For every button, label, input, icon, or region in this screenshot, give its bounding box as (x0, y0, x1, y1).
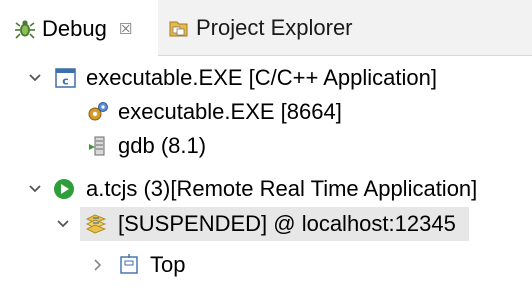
launch-green-icon (52, 177, 76, 201)
tree-item-label: [SUSPENDED] @ localhost:12345 (118, 211, 456, 236)
chevron-down-icon[interactable] (54, 215, 72, 233)
tree-item-stack-frame[interactable]: Top (0, 248, 532, 282)
chevron-right-icon[interactable] (89, 256, 107, 274)
process-gears-icon (86, 100, 110, 124)
tree-item-label: Top (150, 252, 186, 277)
chevron-down-icon[interactable] (26, 180, 44, 198)
tree-item-remote-launch[interactable]: a.tcjs (3)[Remote Real Time Application] (0, 172, 532, 206)
tab-project-explorer-label: Project Explorer (196, 15, 353, 40)
stack-frame-icon (118, 253, 142, 277)
tree-item-label: gdb (8.1) (118, 133, 207, 158)
view-tab-bar: Debug ☒ Project Explorer (0, 0, 532, 57)
tab-debug-label: Debug (42, 15, 107, 41)
c-application-icon: c (54, 66, 78, 90)
gdb-icon (86, 134, 110, 158)
debug-tree: c executable.EXE [C/C++ Application] exe… (0, 58, 532, 291)
suspended-thread-icon (84, 212, 108, 236)
tab-project-explorer[interactable]: Project Explorer (158, 0, 378, 56)
close-tab-icon[interactable]: ☒ (119, 20, 132, 38)
tab-debug[interactable]: Debug ☒ (0, 0, 158, 57)
svg-text:c: c (62, 75, 69, 88)
tree-item-label: executable.EXE [C/C++ Application] (86, 65, 437, 90)
tree-item-gdb[interactable]: gdb (8.1) (0, 129, 532, 163)
project-explorer-icon (168, 17, 190, 39)
tree-item-label: executable.EXE [8664] (118, 99, 342, 124)
tree-item-process[interactable]: executable.EXE [8664] (0, 95, 532, 129)
tree-item-executable-launch[interactable]: c executable.EXE [C/C++ Application] (0, 61, 532, 95)
tree-item-suspended-thread[interactable]: [SUSPENDED] @ localhost:12345 (57, 207, 469, 241)
chevron-down-icon[interactable] (26, 69, 44, 87)
tree-item-label: a.tcjs (3)[Remote Real Time Application] (86, 176, 478, 201)
debug-bug-icon (14, 18, 36, 40)
